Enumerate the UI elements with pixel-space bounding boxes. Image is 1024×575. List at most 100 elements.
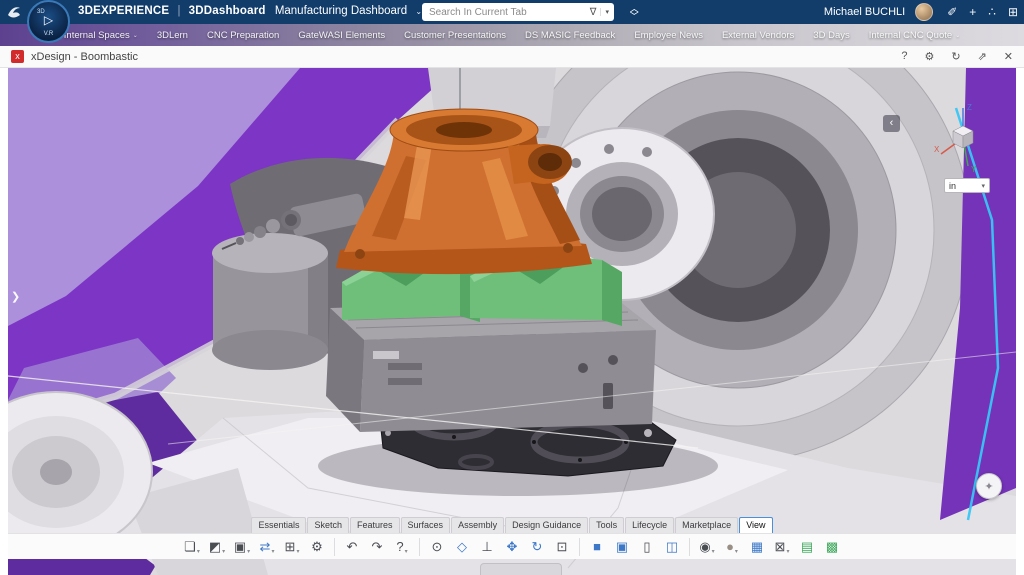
expand-panel-arrow[interactable]: ❯ xyxy=(11,290,20,303)
new-drawing-icon[interactable]: ⊞ ▾ xyxy=(280,536,304,558)
toolbar-icon: ⊠ xyxy=(775,540,786,553)
snap-icon[interactable]: ⊠ ▾ xyxy=(770,536,794,558)
chevron-down-icon: ⌄ xyxy=(133,32,138,39)
cnc-machine-scene[interactable] xyxy=(8,68,1016,575)
chevron-down-icon: ▾ xyxy=(712,548,715,558)
axis-z-label: Z xyxy=(967,103,972,112)
dashboard-tab[interactable]: GateWASI Elements xyxy=(298,30,385,41)
dashboard-tab[interactable]: Employee News xyxy=(634,30,703,41)
chevron-down-icon: ▾ xyxy=(247,548,250,558)
dashboard-tab[interactable]: 3D Days xyxy=(813,30,849,41)
ribbon-tab[interactable]: Surfaces xyxy=(401,517,451,533)
help-icon[interactable]: ? xyxy=(901,50,907,63)
ribbon-tab[interactable]: Essentials xyxy=(251,517,306,533)
dashboard-tab-label: 3DLern xyxy=(157,30,188,41)
capture-icon[interactable]: ▤ xyxy=(795,536,819,558)
window-controls: ? ⚙ ↻ ⇗ ✕ xyxy=(901,50,1013,63)
wireframe-view-icon[interactable]: ▯ xyxy=(635,536,659,558)
add-icon[interactable]: + xyxy=(969,5,976,19)
undo-icon[interactable]: ↶ xyxy=(340,536,364,558)
pen-icon[interactable]: ✐ xyxy=(947,5,957,19)
toolbar-separator xyxy=(689,538,690,556)
toolbar-icon: ▯ xyxy=(643,540,650,553)
help-icon[interactable]: ? ▾ xyxy=(390,536,414,558)
toolbar-icon: ▣ xyxy=(234,540,246,553)
filter-icon[interactable]: ∇ xyxy=(590,7,597,18)
top-bar-right: Michael BUCHLI ✐ + ∴ ⊞ xyxy=(824,0,1018,24)
toolbar-icon: ● xyxy=(726,540,734,553)
search-bar[interactable]: ∇ ▾ xyxy=(422,3,614,21)
view-cube[interactable]: Z X Y xyxy=(932,98,994,174)
dashboard-title[interactable]: Manufacturing Dashboard xyxy=(275,5,407,17)
play-icon: ▷ xyxy=(29,13,68,27)
render-icon[interactable]: ▩ xyxy=(820,536,844,558)
settings-gear-icon[interactable]: ⚙ xyxy=(305,536,329,558)
tag-icon[interactable]: ◊ xyxy=(627,9,641,15)
dashboard-tab[interactable]: DS MASIC Feedback xyxy=(525,30,615,41)
units-dropdown[interactable]: in ▾ xyxy=(944,178,990,193)
share-icon[interactable]: ∴ xyxy=(988,5,996,19)
top-actions: ✐ + ∴ ⊞ xyxy=(947,5,1018,19)
3d-viewport[interactable]: ‹ Z X Y in ▾ ❯ ✦ EssentialsSketchFeature… xyxy=(8,68,1016,575)
new-part-icon[interactable]: ◩ ▾ xyxy=(205,536,229,558)
assistant-button[interactable]: ✦ xyxy=(976,473,1002,499)
refresh-icon[interactable]: ↻ xyxy=(951,50,960,63)
hide-show-icon[interactable]: ◉ ▾ xyxy=(695,536,719,558)
shaded-edges-view-icon[interactable]: ▣ xyxy=(610,536,634,558)
update-sync-icon[interactable]: ⇄ ▾ xyxy=(255,536,279,558)
settings-gear-icon[interactable]: ⚙ xyxy=(924,50,934,63)
ribbon-tab[interactable]: Design Guidance xyxy=(505,517,588,533)
dashboard-tab-label: GateWASI Elements xyxy=(298,30,385,41)
brand-3dexperience: 3DEXPERIENCE xyxy=(78,5,169,17)
ribbon-tab[interactable]: Lifecycle xyxy=(625,517,674,533)
viewcube-prev-button[interactable]: ‹ xyxy=(883,115,900,132)
dashboard-tab-label: 3D Days xyxy=(813,30,849,41)
toolbar-icon: ◩ xyxy=(209,540,221,553)
section-view-icon[interactable]: ◫ xyxy=(660,536,684,558)
toolbar-icon: ▣ xyxy=(616,540,628,553)
ribbon-tab[interactable]: Assembly xyxy=(451,517,504,533)
toolbar-icon: ↶ xyxy=(347,540,358,553)
window-title-bar: x xDesign - Boombastic ?⚙↻⇗✕ xyxy=(0,46,1024,68)
dashboard-tab[interactable]: External Vendors xyxy=(722,30,794,41)
select-box-icon[interactable]: ◇ xyxy=(450,536,474,558)
rotate-icon[interactable]: ↻ xyxy=(525,536,549,558)
grid-icon[interactable]: ▦ xyxy=(745,536,769,558)
avatar[interactable] xyxy=(915,3,933,21)
search-input[interactable] xyxy=(427,6,590,19)
dashboard-tab[interactable]: CNC Preparation xyxy=(207,30,279,41)
rotary-drum[interactable] xyxy=(212,233,328,370)
dashboard-tab[interactable]: 3DLern xyxy=(157,30,188,41)
zoom-fit-icon[interactable]: ⊡ xyxy=(550,536,574,558)
user-name[interactable]: Michael BUCHLI xyxy=(824,6,905,18)
chevron-down-icon: ▾ xyxy=(222,548,225,558)
dashboard-tab[interactable]: Customer Presentations xyxy=(404,30,506,41)
dashboard-tab[interactable]: Internal CNC Quote ⌄ xyxy=(869,30,960,41)
apps-grid-icon[interactable]: ⊞ xyxy=(1008,5,1018,19)
search-tools-icon[interactable]: ⊙ xyxy=(425,536,449,558)
toolbar-icon: ◫ xyxy=(666,540,678,553)
dashboard-tab[interactable]: Internal Spaces ⌄ xyxy=(64,30,138,41)
chevron-down-icon: ▾ xyxy=(296,548,299,558)
ribbon-tab[interactable]: Sketch xyxy=(307,517,349,533)
material-icon[interactable]: ● ▾ xyxy=(720,536,744,558)
collapsed-panel-handle[interactable] xyxy=(480,563,562,575)
ribbon-tab[interactable]: Marketplace xyxy=(675,517,738,533)
ribbon-tab[interactable]: View xyxy=(739,517,772,533)
move-icon[interactable]: ✥ xyxy=(500,536,524,558)
popout-icon[interactable]: ⇗ xyxy=(978,50,987,63)
close-icon[interactable]: ✕ xyxy=(1004,50,1013,63)
toolbar-icon: ⚙ xyxy=(311,540,323,553)
brand-3ddashboard[interactable]: 3DDashboard xyxy=(189,5,266,17)
ribbon-tab[interactable]: Features xyxy=(350,517,400,533)
save-icon[interactable]: ▣ ▾ xyxy=(230,536,254,558)
chevron-down-icon[interactable]: ▾ xyxy=(600,8,609,16)
3dexperience-compass-logo[interactable]: 3D ▷ V.R xyxy=(27,0,70,43)
axis-system-icon[interactable]: ⊥ xyxy=(475,536,499,558)
insert-component-icon[interactable]: ❏ ▾ xyxy=(180,536,204,558)
dashboard-tab-label: CNC Preparation xyxy=(207,30,279,41)
assistant-icon: ✦ xyxy=(984,480,993,493)
redo-icon[interactable]: ↷ xyxy=(365,536,389,558)
ribbon-tab[interactable]: Tools xyxy=(589,517,624,533)
shaded-view-icon[interactable]: ■ xyxy=(585,536,609,558)
